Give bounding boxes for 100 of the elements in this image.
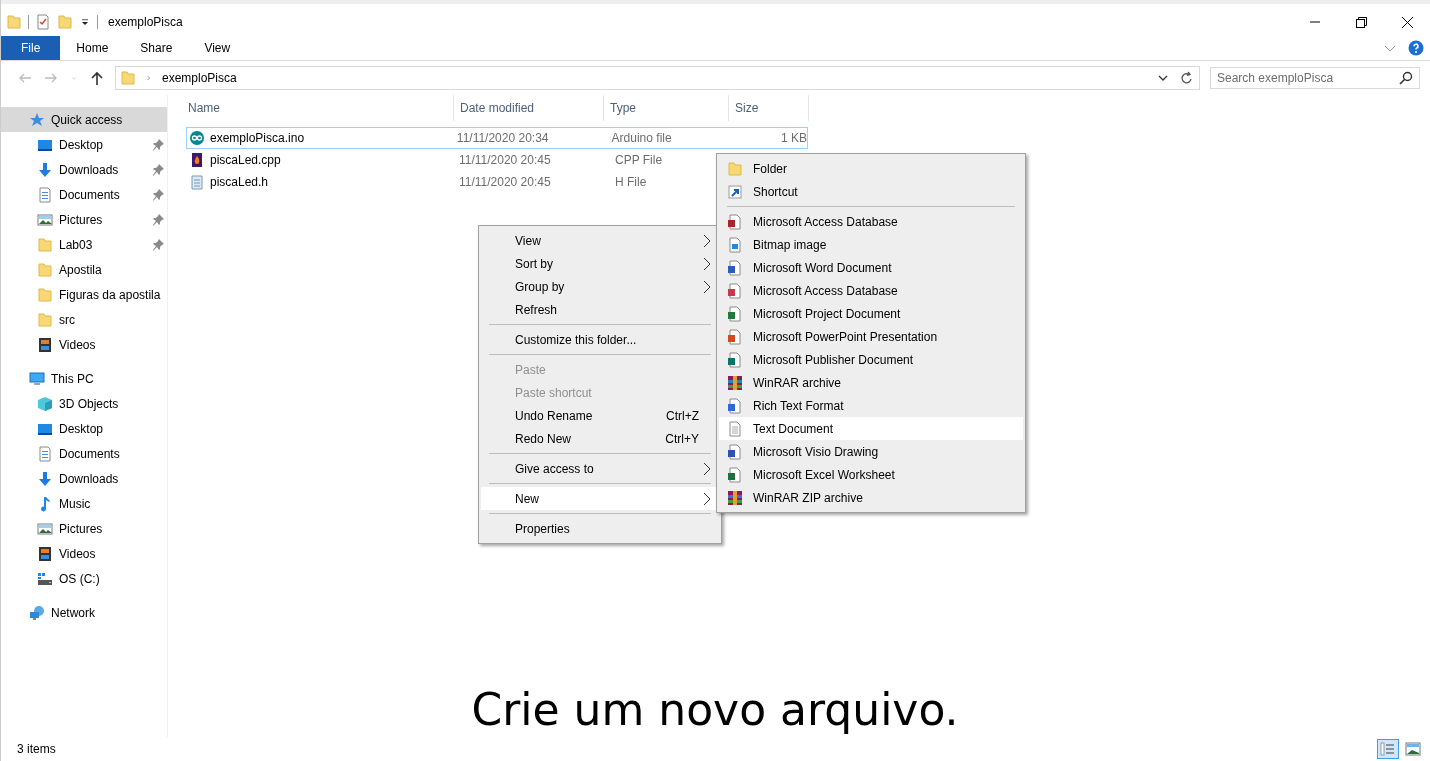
ribbon-tab[interactable]: Home [60, 36, 125, 60]
file-name: piscaLed.cpp [210, 153, 281, 167]
nav-pane-item[interactable]: Videos [1, 541, 167, 566]
menu-item[interactable]: Microsoft PowerPoint Presentation [719, 325, 1023, 348]
menu-item[interactable]: Undo Rename Ctrl+Z [481, 404, 719, 427]
menu-item[interactable]: Rich Text Format [719, 394, 1023, 417]
folder-icon [37, 261, 53, 278]
menu-item[interactable]: View [481, 229, 719, 252]
file-name: exemploPisca.ino [210, 131, 305, 145]
document-icon [37, 445, 53, 462]
text-file-icon [727, 420, 743, 437]
file-icon [727, 397, 743, 414]
document-icon [37, 186, 53, 203]
nav-pane-item[interactable]: This PC [1, 366, 167, 391]
film-icon [37, 545, 53, 562]
menu-item[interactable]: Microsoft Publisher Document [719, 348, 1023, 371]
menu-item[interactable]: WinRAR ZIP archive [719, 486, 1023, 509]
nav-pane-item[interactable]: Documents [1, 182, 167, 207]
nav-pane-item[interactable]: src [1, 307, 167, 332]
date-cell: 11/11/2020 20:34 [456, 131, 549, 145]
folder-icon [6, 14, 22, 30]
nav-pane-item[interactable]: 3D Objects [1, 391, 167, 416]
menu-item[interactable]: Properties [481, 517, 719, 540]
menu-item[interactable]: WinRAR archive [719, 371, 1023, 394]
nav-pane-item[interactable]: Videos [1, 332, 167, 357]
file-row[interactable]: exemploPisca.ino 11/11/2020 20:34 Arduino file 1 KB [186, 127, 808, 149]
file-icon [727, 443, 743, 460]
nav-pane-item[interactable]: Downloads [1, 157, 167, 182]
folder-icon [37, 236, 53, 253]
type-cell: Arduino file [611, 131, 672, 145]
column-header[interactable]: Date modified [454, 95, 604, 121]
menu-item[interactable]: Microsoft Access Database [719, 279, 1023, 302]
menu-item[interactable]: Sort by [481, 252, 719, 275]
menu-item[interactable]: Microsoft Word Document [719, 256, 1023, 279]
down-arrow-icon [37, 161, 53, 178]
nav-pane-item[interactable]: Music [1, 491, 167, 516]
file-icon [727, 351, 743, 368]
help-icon[interactable] [1408, 40, 1424, 56]
view-toggle-button[interactable] [1377, 739, 1399, 759]
nav-pane-item[interactable]: Downloads [1, 466, 167, 491]
address-path: exemploPisca [162, 71, 238, 85]
menu-item[interactable]: Redo New Ctrl+Y [481, 427, 719, 450]
nav-pane-item[interactable]: Lab03 [1, 232, 167, 257]
search-field[interactable]: Search exemploPisca [1210, 67, 1420, 89]
menu-item[interactable]: Text Document [719, 417, 1023, 440]
restore-icon[interactable] [1355, 16, 1367, 28]
folder-icon [37, 286, 53, 303]
menu-item[interactable]: Refresh [481, 298, 719, 321]
column-header[interactable]: Name [186, 95, 454, 121]
nav-pane-item[interactable]: Quick access [1, 107, 167, 132]
view-toggle-button[interactable] [1402, 739, 1424, 759]
nav-pane-item[interactable]: Figuras da apostila [1, 282, 167, 307]
window-title: exemploPisca [108, 15, 183, 29]
close-icon[interactable] [1401, 16, 1413, 28]
menu-item[interactable]: Microsoft Visio Drawing [719, 440, 1023, 463]
menu-item[interactable]: Microsoft Project Document [719, 302, 1023, 325]
large-icons-view-icon [1405, 741, 1421, 757]
address-bar[interactable]: exemploPisca [115, 66, 1200, 90]
properties-check-icon[interactable] [35, 14, 51, 30]
file-icon [727, 213, 743, 230]
ribbon-tab[interactable]: Share [124, 36, 189, 60]
down-arrow-icon [37, 470, 53, 487]
menu-item[interactable]: Microsoft Excel Worksheet [719, 463, 1023, 486]
search-icon[interactable] [1398, 70, 1414, 86]
column-header[interactable]: Size [729, 95, 809, 121]
file-icon [727, 282, 743, 299]
nav-pane-item[interactable]: Pictures [1, 207, 167, 232]
nav-pane-item[interactable]: Desktop [1, 132, 167, 157]
computer-icon [29, 370, 45, 387]
flame-file-icon [189, 152, 205, 168]
nav-pane-item[interactable]: Desktop [1, 416, 167, 441]
nav-pane-item[interactable]: Network [1, 600, 167, 625]
type-cell: CPP File [615, 153, 663, 167]
nav-pane-item[interactable]: Apostila [1, 257, 167, 282]
menu-item[interactable]: Microsoft Access Database [719, 210, 1023, 233]
up-arrow-icon[interactable] [89, 70, 105, 86]
column-header[interactable]: Type [604, 95, 729, 121]
menu-item[interactable]: Folder [719, 157, 1023, 180]
infinity-logo-icon [189, 130, 205, 146]
network-icon [29, 604, 45, 621]
details-view-icon [1380, 741, 1396, 757]
menu-item[interactable]: Bitmap image [719, 233, 1023, 256]
nav-pane-item[interactable]: Documents [1, 441, 167, 466]
folder-icon [727, 160, 743, 177]
menu-item[interactable]: Give access to [481, 457, 719, 480]
menu-item[interactable]: Group by [481, 275, 719, 298]
file-icon [727, 328, 743, 345]
shortcut-text: Ctrl+Y [665, 431, 699, 446]
menu-item[interactable]: Customize this folder... [481, 328, 719, 351]
cube-icon [37, 395, 53, 412]
ribbon-tab[interactable]: View [188, 36, 247, 60]
menu-item[interactable]: New [481, 487, 719, 510]
drive-icon [37, 570, 53, 587]
folder-icon [120, 70, 136, 86]
shortcut-text: Ctrl+Z [666, 408, 699, 423]
nav-pane-item[interactable]: OS (C:) [1, 566, 167, 591]
nav-pane-item[interactable]: Pictures [1, 516, 167, 541]
menu-item[interactable]: Shortcut [719, 180, 1023, 203]
date-cell: 11/11/2020 20:45 [459, 175, 551, 189]
ribbon-tab[interactable]: File [1, 36, 61, 60]
